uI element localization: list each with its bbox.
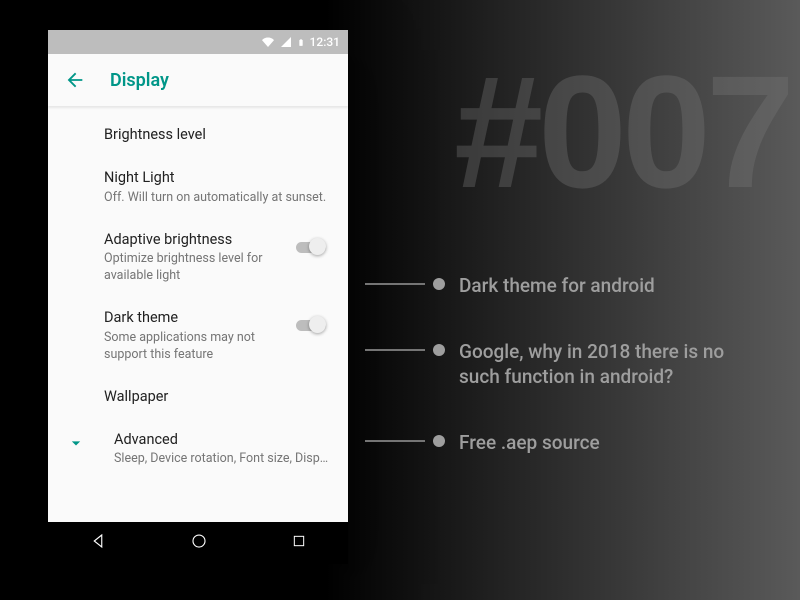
setting-adaptive-brightness[interactable]: Adaptive brightness Optimize brightness … xyxy=(48,219,348,298)
setting-wallpaper[interactable]: Wallpaper xyxy=(48,376,348,419)
setting-subtitle: Some applications may not support this f… xyxy=(104,330,286,364)
callout-text: Free .aep source xyxy=(459,430,600,456)
setting-dark-theme[interactable]: Dark theme Some applications may not sup… xyxy=(48,297,348,376)
setting-night-light[interactable]: Night Light Off. Will turn on automatica… xyxy=(48,157,348,219)
setting-title: Advanced xyxy=(114,431,330,450)
app-bar: Display xyxy=(48,54,348,106)
phone-frame: 12:31 Display Brightness level Night Lig… xyxy=(48,30,348,564)
chevron-down-icon xyxy=(66,433,86,453)
circle-home-icon xyxy=(190,532,208,550)
nav-back-button[interactable] xyxy=(89,532,107,554)
setting-subtitle: Off. Will turn on automatically at sunse… xyxy=(104,190,330,207)
background-number: #007 xyxy=(454,40,790,224)
callout-2: Google, why in 2018 there is no such fun… xyxy=(365,339,785,390)
callout-3: Free .aep source xyxy=(365,430,785,456)
page-title: Display xyxy=(110,70,169,91)
bullet-icon xyxy=(433,435,445,447)
adaptive-brightness-toggle[interactable] xyxy=(296,237,330,257)
square-recents-icon xyxy=(291,533,307,549)
callouts: Dark theme for android Google, why in 20… xyxy=(365,273,785,496)
callout-text: Google, why in 2018 there is no such fun… xyxy=(459,339,739,390)
wifi-icon xyxy=(261,36,275,48)
nav-recents-button[interactable] xyxy=(291,533,307,553)
back-button[interactable] xyxy=(64,69,86,91)
battery-icon xyxy=(297,36,305,49)
setting-subtitle: Sleep, Device rotation, Font size, Displ… xyxy=(114,451,330,468)
setting-title: Night Light xyxy=(104,169,330,188)
bullet-icon xyxy=(433,278,445,290)
navigation-bar xyxy=(48,522,348,564)
status-time: 12:31 xyxy=(310,35,340,49)
setting-title: Dark theme xyxy=(104,309,286,328)
settings-list: Brightness level Night Light Off. Will t… xyxy=(48,106,348,522)
bullet-icon xyxy=(433,344,445,356)
setting-subtitle: Optimize brightness level for available … xyxy=(104,251,286,285)
setting-advanced[interactable]: Advanced Sleep, Device rotation, Font si… xyxy=(48,419,348,481)
callout-text: Dark theme for android xyxy=(459,273,655,299)
dark-theme-toggle[interactable] xyxy=(296,315,330,335)
nav-home-button[interactable] xyxy=(190,532,208,554)
status-bar: 12:31 xyxy=(48,30,348,54)
callout-1: Dark theme for android xyxy=(365,273,785,299)
setting-title: Brightness level xyxy=(104,126,330,145)
expand-chevron xyxy=(66,431,104,453)
setting-brightness-level[interactable]: Brightness level xyxy=(48,114,348,157)
signal-icon xyxy=(280,36,292,48)
arrow-back-icon xyxy=(64,69,86,91)
setting-title: Adaptive brightness xyxy=(104,231,286,250)
triangle-back-icon xyxy=(89,532,107,550)
setting-title: Wallpaper xyxy=(104,388,330,407)
